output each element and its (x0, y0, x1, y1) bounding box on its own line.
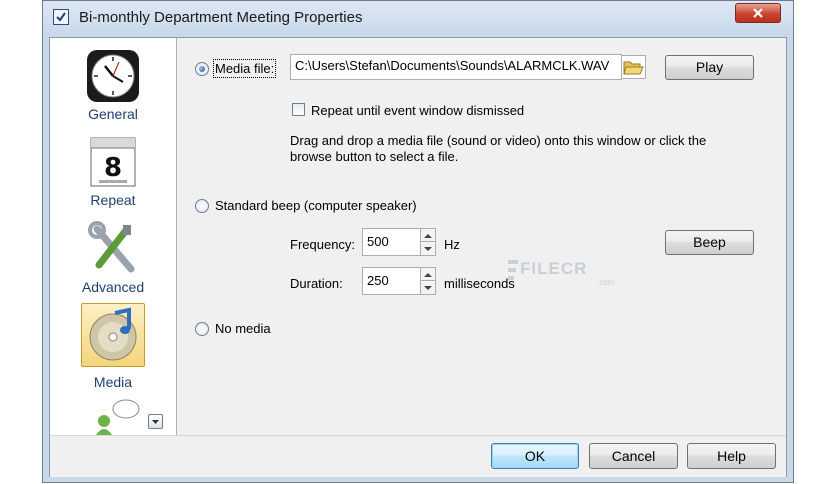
help-button[interactable]: Help (687, 443, 776, 469)
frequency-unit: Hz (444, 237, 460, 252)
repeat-label[interactable]: Repeat until event window dismissed (311, 103, 524, 118)
drag-drop-hint: Drag and drop a media file (sound or vid… (290, 133, 707, 164)
duration-down-button[interactable] (421, 281, 435, 294)
duration-unit: milliseconds (444, 276, 515, 291)
frequency-input[interactable]: 500 (362, 228, 422, 256)
frequency-down-button[interactable] (421, 242, 435, 255)
standard-beep-radio[interactable] (195, 199, 209, 213)
window-checkbox-icon[interactable] (53, 9, 69, 25)
svg-text:8: 8 (104, 153, 122, 183)
watermark-subtext: .com (597, 278, 615, 287)
close-button[interactable] (735, 3, 781, 23)
media-file-radio[interactable] (195, 62, 209, 76)
arrow-down-icon (424, 247, 432, 251)
duration-up-button[interactable] (421, 268, 435, 281)
chevron-down-icon (152, 420, 159, 424)
cancel-button[interactable]: Cancel (589, 443, 678, 469)
tools-icon (88, 221, 135, 273)
watermark-logo-icon (508, 260, 518, 280)
sidebar: General 8 Repeat Advanced Media (50, 38, 177, 435)
chat-bubble-icon[interactable] (94, 399, 142, 435)
beep-button[interactable]: Beep (665, 230, 754, 255)
arrow-down-icon (424, 286, 432, 290)
ok-button[interactable]: OK (491, 443, 579, 469)
arrow-up-icon (424, 273, 432, 277)
window-title: Bi-monthly Department Meeting Properties (79, 9, 363, 26)
clock-icon (87, 50, 139, 102)
sidebar-item-label: Advanced (81, 279, 145, 295)
properties-window: Bi-monthly Department Meeting Properties (42, 0, 794, 483)
media-file-label[interactable]: Media file: (212, 59, 277, 78)
sidebar-item-label: Repeat (90, 192, 136, 208)
title-bar[interactable]: Bi-monthly Department Meeting Properties (43, 1, 793, 35)
duration-stepper[interactable] (420, 267, 436, 295)
sidebar-item-label: Media (93, 374, 133, 390)
no-media-radio[interactable] (195, 322, 209, 336)
repeat-checkbox[interactable] (292, 103, 305, 116)
dialog-body: General 8 Repeat Advanced Media Media fi… (49, 37, 787, 477)
frequency-stepper[interactable] (420, 228, 436, 256)
arrow-up-icon (424, 234, 432, 238)
scroll-down-button[interactable] (148, 414, 163, 429)
sidebar-item-label: General (88, 106, 138, 122)
media-disc-icon (89, 307, 137, 361)
media-panel: Media file: C:\Users\Stefan\Documents\So… (176, 38, 786, 435)
folder-open-icon (623, 61, 644, 75)
media-file-path-field[interactable]: C:\Users\Stefan\Documents\Sounds\ALARMCL… (290, 54, 622, 80)
button-bar: OK Cancel Help (50, 435, 786, 477)
radio-selected-dot (199, 66, 205, 72)
frequency-up-button[interactable] (421, 229, 435, 242)
play-button[interactable]: Play (665, 55, 754, 80)
standard-beep-label[interactable]: Standard beep (computer speaker) (215, 198, 417, 213)
duration-label: Duration: (290, 276, 343, 291)
no-media-label[interactable]: No media (215, 321, 271, 336)
close-icon (753, 8, 763, 18)
browse-button[interactable] (622, 55, 646, 79)
watermark-text: FILECR (520, 259, 588, 278)
frequency-label: Frequency: (290, 237, 356, 252)
duration-input[interactable]: 250 (362, 267, 422, 295)
calendar-icon: 8 (90, 137, 136, 187)
